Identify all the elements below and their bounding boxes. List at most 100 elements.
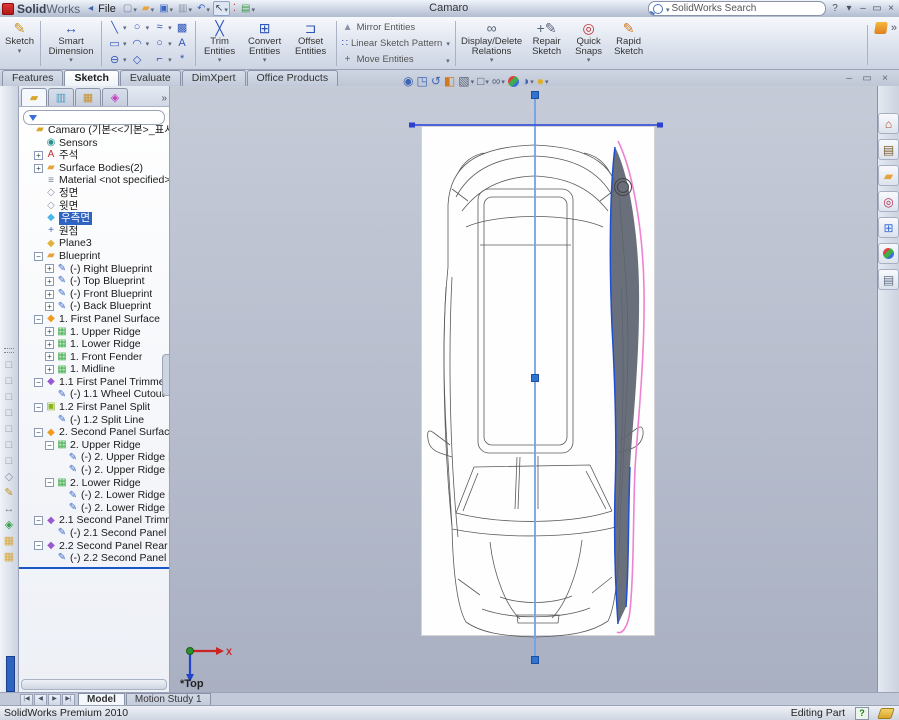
document-close-button[interactable]: ×	[879, 72, 891, 86]
slot-tool-button[interactable]: ⊖	[107, 51, 128, 67]
polygon-tool-button[interactable]: ◇	[130, 51, 151, 67]
design-library-tab[interactable]: ▤	[878, 139, 899, 160]
slot-dropdown-icon[interactable]	[122, 53, 127, 65]
tree-item[interactable]: ◆우측면	[19, 212, 169, 225]
linear-pattern-dropdown-icon[interactable]	[445, 37, 450, 49]
tree-item[interactable]: −◆2. Second Panel Surface	[19, 426, 169, 439]
graphics-viewport[interactable]: X *Top	[170, 86, 877, 692]
tree-item[interactable]: ▰Camaro (기본<<기본>_표시 상태	[19, 124, 169, 137]
tree-expand-icon[interactable]: +	[34, 151, 43, 160]
convert-entities-button[interactable]: ⊞ Convert Entities ▾	[241, 18, 289, 69]
tree-item[interactable]: +▦1. Lower Ridge	[19, 338, 169, 351]
view-cube-4-icon[interactable]: □	[6, 407, 13, 419]
linear-sketch-pattern-button[interactable]: ∷ Linear Sketch Pattern	[342, 36, 450, 50]
tree-item[interactable]: −◆2.2 Second Panel Rear Cut	[19, 540, 169, 553]
tree-item[interactable]: +원점	[19, 225, 169, 238]
tree-expand-icon[interactable]: +	[34, 164, 43, 173]
tree-item[interactable]: ✎(-) 1.1 Wheel Cutout	[19, 388, 169, 401]
tree-item[interactable]: ✎(-) 2. Lower Ridge | R	[19, 502, 169, 515]
tab-evaluate[interactable]: Evaluate	[120, 70, 181, 86]
spline-dropdown-icon[interactable]	[167, 21, 172, 33]
corner-rectangle-dropdown-icon[interactable]	[122, 37, 127, 49]
tree-expand-icon[interactable]: −	[34, 516, 43, 525]
quick-snaps-dropdown-icon[interactable]: ▾	[587, 57, 591, 64]
toolbar-flag-icon[interactable]	[874, 22, 888, 34]
view-cube-2-icon[interactable]: □	[6, 375, 13, 387]
tree-item[interactable]: +▦1. Upper Ridge	[19, 326, 169, 339]
corner-rectangle-tool-button[interactable]: ▭	[107, 35, 128, 51]
tree-item[interactable]: +▦1. Front Fender	[19, 351, 169, 364]
rapid-sketch-button[interactable]: ✎ Rapid Sketch	[609, 18, 649, 69]
tree-expand-icon[interactable]: +	[45, 365, 54, 374]
tree-item[interactable]: ≡Material <not specified>	[19, 174, 169, 187]
tag-icon[interactable]	[877, 708, 895, 719]
tree-item[interactable]: +✎(-) Top Blueprint	[19, 275, 169, 288]
edit-appearance-button[interactable]	[508, 76, 519, 87]
tree-item[interactable]: ◉Sensors	[19, 137, 169, 150]
sketch-fillet-tool-button[interactable]: ⌐	[152, 51, 173, 67]
arc-tool-button[interactable]: ◠	[130, 35, 151, 51]
tree-expand-icon[interactable]: −	[34, 541, 43, 550]
offset-entities-button[interactable]: ⊐ Offset Entities	[289, 18, 333, 69]
ellipse-tool-button[interactable]: ○	[152, 35, 173, 51]
display-style-button[interactable]: □	[477, 74, 489, 88]
view-cube-1-icon[interactable]: □	[6, 359, 13, 371]
sketch-picture-tool-button[interactable]: ▩	[175, 19, 190, 35]
featuremanager-design-tree-tab[interactable]: ▰	[21, 88, 47, 106]
tree-item[interactable]: +▦1. Midline	[19, 363, 169, 376]
tree-expand-icon[interactable]: −	[34, 403, 43, 412]
tree-filter-box[interactable]	[23, 110, 165, 125]
sketch-dropdown-icon[interactable]: ▾	[18, 48, 22, 55]
tree-expand-icon[interactable]: +	[45, 264, 54, 273]
save-dropdown-icon[interactable]	[169, 3, 174, 15]
repair-sketch-button[interactable]: +✎ Repair Sketch	[525, 18, 569, 69]
previous-sheet-button[interactable]: ◀	[34, 694, 47, 706]
tab-office-products[interactable]: Office Products	[247, 70, 339, 86]
select-cursor-icon[interactable]: ↖	[213, 1, 230, 16]
options-dropdown-icon[interactable]	[250, 3, 255, 15]
new-document-dropdown-icon[interactable]	[132, 3, 137, 15]
feature-tabs-overflow-chevron[interactable]: »	[161, 93, 167, 106]
add-relations-icon[interactable]: ◈	[5, 519, 13, 531]
tree-item[interactable]: +✎(-) Back Blueprint	[19, 300, 169, 313]
zoom-to-fit-button[interactable]: ◉	[403, 74, 413, 88]
tree-item[interactable]: ◇정면	[19, 187, 169, 200]
minimize-button[interactable]: –	[857, 2, 869, 16]
apply-scene-button[interactable]: ◑	[522, 74, 534, 88]
solidworks-resources-home-tab[interactable]: ⌂	[878, 113, 899, 134]
tree-item[interactable]: ✎(-) 2. Lower Ridge | T	[19, 489, 169, 502]
rollback-bar[interactable]	[19, 567, 169, 569]
tree-item[interactable]: −▦2. Lower Ridge	[19, 477, 169, 490]
tree-expand-icon[interactable]: −	[34, 315, 43, 324]
arc-dropdown-icon[interactable]	[145, 37, 150, 49]
search-input[interactable]: SolidWorks Search	[648, 1, 826, 16]
tab-dimxpert[interactable]: DimXpert	[182, 70, 246, 86]
tree-item[interactable]: ✎(-) 2. Upper Ridge | R	[19, 464, 169, 477]
smart-dimension-tool-icon[interactable]: ↔	[4, 503, 15, 515]
tab-sketch[interactable]: Sketch	[64, 70, 118, 86]
tree-expand-icon[interactable]: −	[45, 478, 54, 487]
help-status-icon[interactable]: ?	[855, 707, 869, 720]
tree-horizontal-scrollbar[interactable]	[21, 679, 167, 690]
trim-entities-button[interactable]: ╳ Trim Entities ▾	[199, 18, 241, 69]
open-folder-icon[interactable]: ▰	[140, 1, 156, 16]
boundary-surface-icon[interactable]: ▦	[4, 535, 14, 547]
display-delete-dropdown-icon[interactable]: ▾	[490, 57, 494, 64]
next-sheet-button[interactable]: ▶	[48, 694, 61, 706]
file-explorer-tab[interactable]: ▰	[878, 165, 899, 186]
previous-view-button[interactable]: ↺	[431, 74, 441, 88]
search-dropdown-icon[interactable]	[665, 3, 670, 15]
view-cube-6-icon[interactable]: □	[6, 439, 13, 451]
point-tool-button[interactable]: *	[175, 51, 190, 67]
configuration-manager-tab[interactable]: ▦	[75, 88, 101, 106]
select-cursor-dropdown-icon[interactable]	[223, 3, 228, 15]
panel-splitter-handle[interactable]	[162, 354, 169, 396]
rebuild-traffic-light-icon[interactable]: ⁚	[231, 1, 238, 16]
tree-item[interactable]: −▰Blueprint	[19, 250, 169, 263]
quick-snaps-button[interactable]: ◎ Quick Snaps ▾	[569, 18, 609, 69]
section-view-button[interactable]: ◧	[444, 74, 455, 88]
tree-expand-icon[interactable]: −	[34, 428, 43, 437]
tree-item[interactable]: −▣1.2 First Panel Split	[19, 401, 169, 414]
undo-dropdown-icon[interactable]	[205, 3, 210, 15]
hide-show-items-dropdown-icon[interactable]	[500, 75, 505, 87]
